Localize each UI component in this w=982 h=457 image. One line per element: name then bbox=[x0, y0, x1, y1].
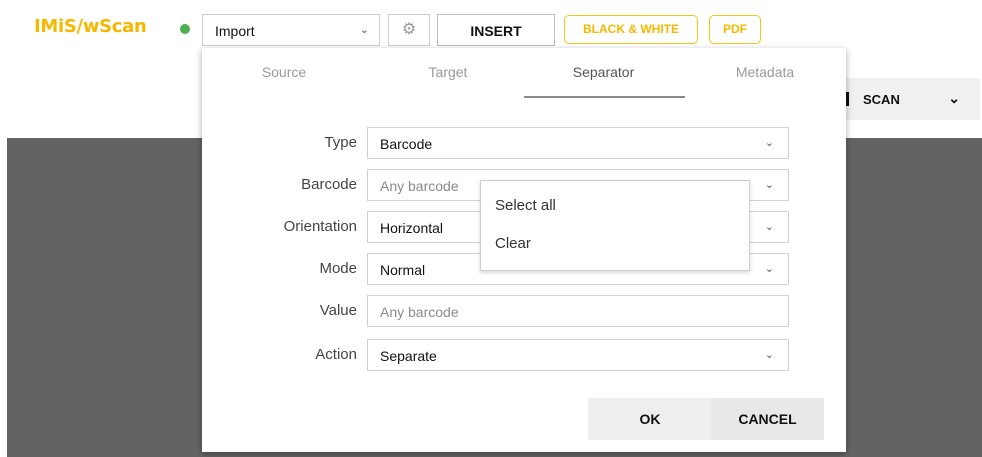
barcode-dropdown-menu: Select all Clear bbox=[480, 180, 750, 271]
action-label: Action bbox=[315, 346, 357, 363]
barcode-label: Barcode bbox=[301, 176, 357, 193]
ok-button[interactable]: OK bbox=[588, 398, 712, 440]
chevron-down-icon: ⌄ bbox=[764, 137, 774, 149]
settings-button[interactable]: ⚙ bbox=[388, 14, 430, 46]
scan-label: SCAN bbox=[863, 92, 900, 107]
mode-label: Mode bbox=[319, 260, 357, 277]
tab-target[interactable]: Target bbox=[366, 64, 530, 80]
mode-value: Normal bbox=[380, 262, 426, 278]
tab-separator[interactable]: Separator bbox=[523, 64, 684, 80]
action-row: Action Separate ⌄ bbox=[202, 338, 846, 372]
active-tab-indicator bbox=[524, 96, 685, 98]
gear-icon: ⚙ bbox=[401, 21, 417, 38]
value-label: Value bbox=[319, 302, 357, 319]
orientation-value: Horizontal bbox=[380, 220, 444, 236]
value-row: Value Any barcode bbox=[202, 294, 846, 328]
scan-button-edge bbox=[846, 92, 849, 106]
chevron-down-icon: ⌄ bbox=[764, 179, 774, 191]
tab-metadata[interactable]: Metadata bbox=[684, 64, 846, 80]
chevron-down-icon: ⌄ bbox=[764, 349, 774, 361]
chevron-down-icon[interactable]: ⌄ bbox=[948, 90, 960, 107]
type-label: Type bbox=[324, 134, 357, 151]
pdf-chip[interactable]: PDF bbox=[709, 15, 761, 44]
barcode-placeholder: Any barcode bbox=[380, 178, 459, 194]
menu-item-select-all[interactable]: Select all bbox=[495, 197, 556, 214]
mode-select-value: Import bbox=[215, 23, 255, 39]
cancel-button[interactable]: CANCEL bbox=[711, 398, 824, 440]
type-value: Barcode bbox=[380, 136, 433, 152]
type-row: Type Barcode ⌄ bbox=[202, 126, 846, 160]
menu-item-clear[interactable]: Clear bbox=[495, 235, 531, 252]
chevron-down-icon: ⌄ bbox=[764, 263, 774, 275]
chevron-down-icon: ⌄ bbox=[359, 24, 369, 36]
app-title: IMiS/wScan bbox=[34, 16, 147, 37]
action-select[interactable]: Separate ⌄ bbox=[367, 339, 789, 371]
scan-button[interactable]: SCAN ⌄ bbox=[840, 78, 980, 120]
action-value: Separate bbox=[380, 348, 437, 364]
tab-source[interactable]: Source bbox=[202, 64, 366, 80]
dialog-tabs: Source Target Separator Metadata bbox=[202, 48, 846, 104]
mode-select[interactable]: Import ⌄ bbox=[202, 14, 380, 46]
value-placeholder: Any barcode bbox=[380, 304, 459, 320]
chevron-down-icon: ⌄ bbox=[764, 221, 774, 233]
black-white-chip[interactable]: BLACK & WHITE bbox=[564, 15, 698, 44]
orientation-label: Orientation bbox=[283, 218, 357, 235]
top-toolbar: IMiS/wScan Import ⌄ ⚙ INSERT BLACK & WHI… bbox=[0, 0, 982, 50]
insert-button[interactable]: INSERT bbox=[437, 14, 555, 46]
type-select[interactable]: Barcode ⌄ bbox=[367, 127, 789, 159]
value-input[interactable]: Any barcode bbox=[367, 295, 789, 327]
status-indicator bbox=[180, 24, 190, 34]
